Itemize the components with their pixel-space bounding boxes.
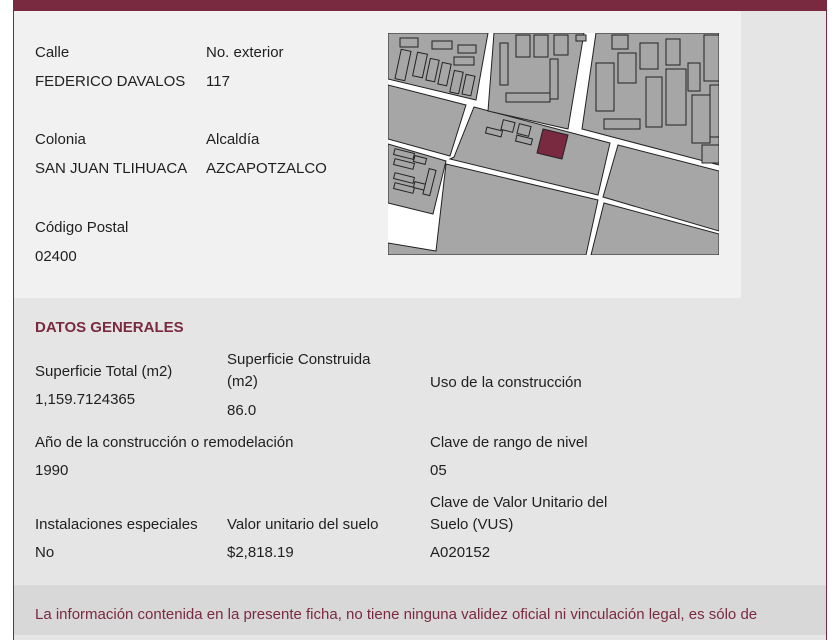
ext-number-label: No. exterior [206, 44, 284, 61]
construction-use-label: Uso de la construcción [430, 374, 582, 391]
ext-number-value: 117 [206, 73, 230, 90]
parcel-map[interactable] [388, 33, 719, 255]
postal-code-value: 02400 [35, 248, 77, 265]
land-unit-value-value: $2,818.19 [227, 544, 294, 561]
disclaimer-text: La información contenida en la presente … [35, 606, 758, 623]
special-installations-label: Instalaciones especiales [35, 516, 198, 533]
level-range-label: Clave de rango de nivel [430, 434, 588, 451]
vus-key-label: Clave de Valor Unitario del Suelo (VUS) [430, 494, 608, 533]
built-area-value: 86.0 [227, 402, 257, 419]
alcaldia-value: AZCAPOTZALCO [206, 160, 327, 177]
alcaldia-label: Alcaldía [206, 131, 260, 148]
colonia-value: SAN JUAN TLIHUACA [35, 160, 188, 177]
built-area-label: Superficie Construida (m2) [227, 351, 371, 390]
colonia-label: Colonia [35, 131, 86, 148]
general-data-title: DATOS GENERALES [35, 319, 184, 336]
street-label: Calle [35, 44, 70, 61]
postal-code-label: Código Postal [35, 219, 129, 236]
construction-year-value: 1990 [35, 462, 69, 479]
land-unit-value-label: Valor unitario del suelo [227, 516, 379, 533]
total-area-label: Superficie Total (m2) [35, 363, 173, 380]
street-value: FEDERICO DAVALOS [35, 73, 186, 90]
header-bar [13, 0, 827, 11]
construction-year-label: Año de la construcción o remodelación [35, 434, 294, 451]
special-installations-value: No [35, 544, 55, 561]
vus-key-value: A020152 [430, 544, 491, 561]
total-area-value: 1,159.7124365 [35, 391, 136, 408]
selected-parcel [536, 128, 569, 160]
level-range-value: 05 [430, 462, 447, 479]
